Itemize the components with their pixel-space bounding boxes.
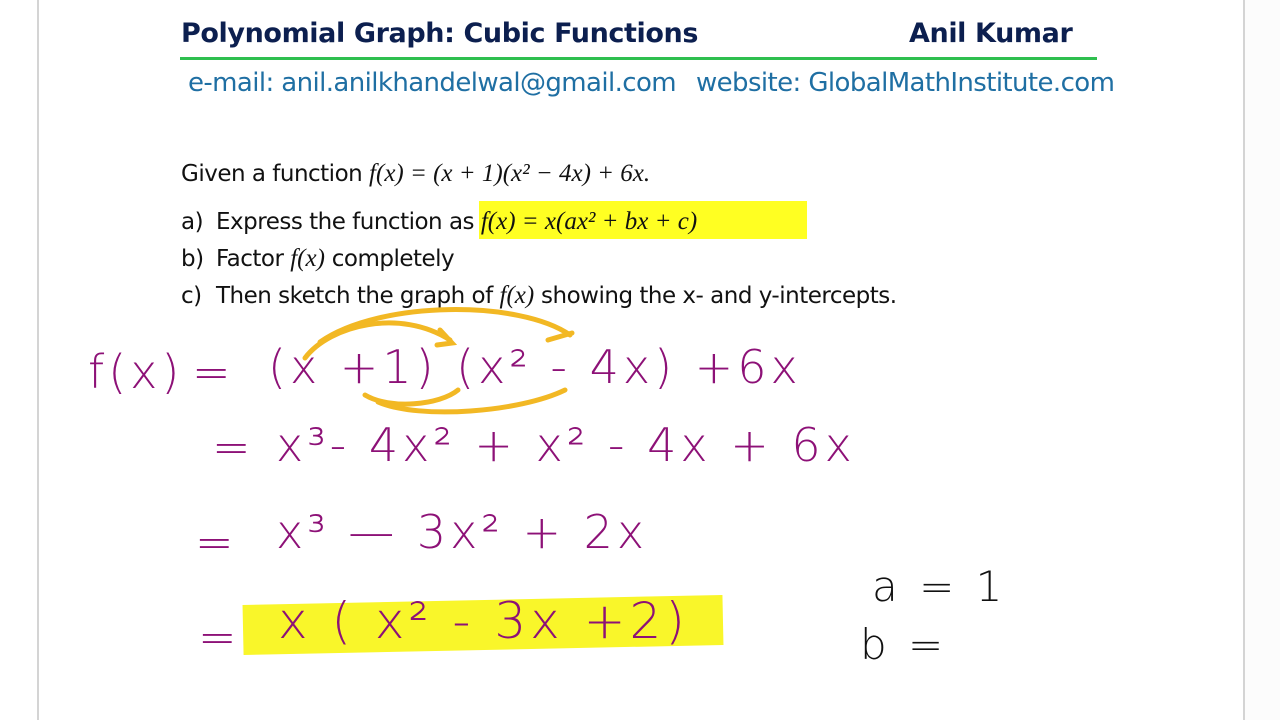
work-line-2-rhs: x³- 4x² + x² - 4x + 6x <box>276 418 856 472</box>
work-line-1-eq: = <box>192 345 235 399</box>
arrow-x-to-4x-head <box>545 330 575 343</box>
note-a-value: a = 1 <box>872 562 1007 611</box>
work-line-1-lhs: f(x) <box>88 345 184 399</box>
note-b-value: b = <box>860 620 948 669</box>
work-line-2-eq: = <box>212 420 255 474</box>
work-line-3-eq: = <box>195 515 238 569</box>
work-line-1-rhs: (x +1) (x² - 4x) +6x <box>268 340 802 394</box>
work-line-3-rhs: x³ — 3x² + 2x <box>276 505 649 559</box>
work-line-4-eq: = <box>198 610 241 664</box>
work-line-4-rhs: x ( x² - 3x +2) <box>278 592 689 650</box>
